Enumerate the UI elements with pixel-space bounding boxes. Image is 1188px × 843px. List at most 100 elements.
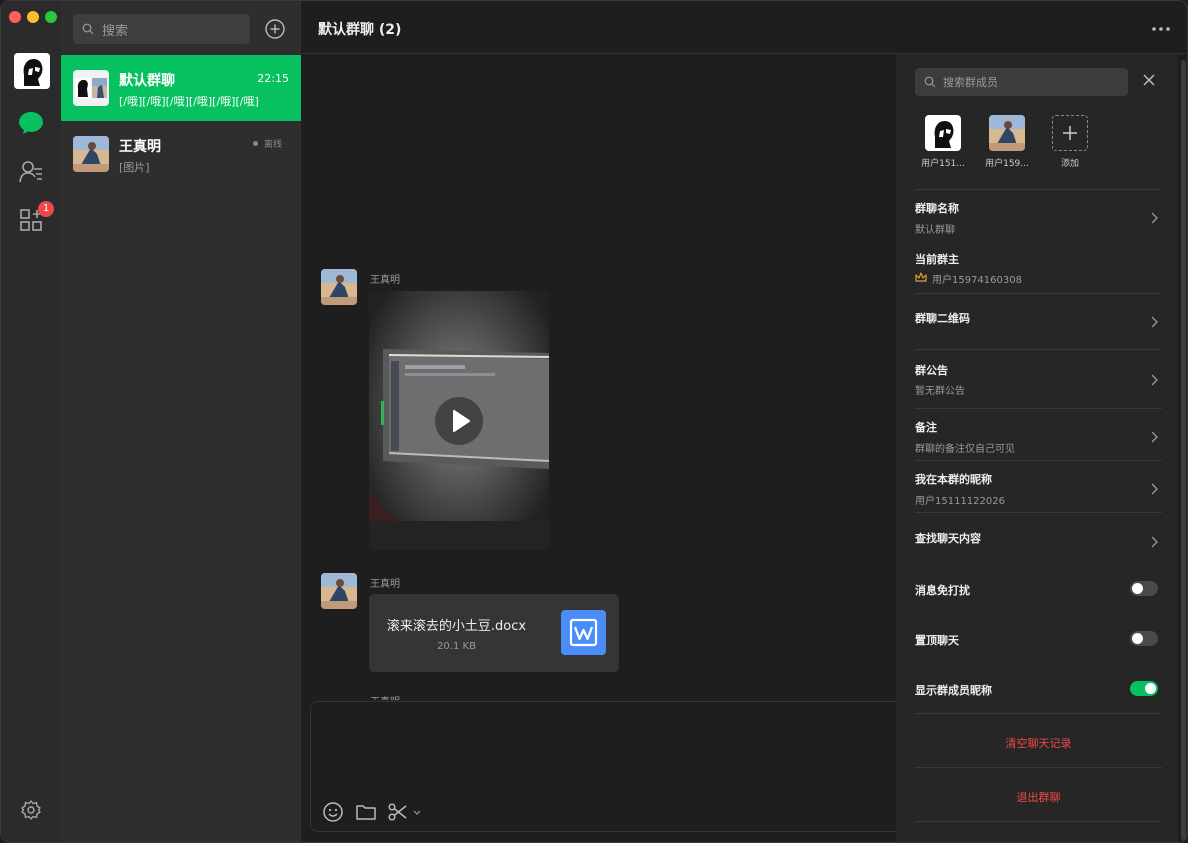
toggle-knob: [1132, 633, 1143, 644]
conversation-preview: [图片]: [119, 161, 150, 174]
mute-row: 消息免打扰: [915, 564, 1162, 614]
chevron-right-icon: [1151, 431, 1158, 443]
search-icon: [924, 76, 936, 88]
group-info-panel: 搜索群成员 用户151... 用户159... 添加 群聊名称 默认群聊 当前群…: [896, 54, 1178, 842]
pin-label: 置顶聊天: [915, 634, 959, 647]
group-owner-row: 当前群主 用户15974160308: [915, 241, 1162, 293]
group-member[interactable]: 用户159...: [982, 115, 1032, 169]
conversation-status: 离线: [263, 140, 282, 150]
sender-avatar[interactable]: [321, 269, 357, 305]
close-panel-button[interactable]: [1141, 72, 1157, 88]
conversation-search-input[interactable]: 搜索: [73, 14, 250, 44]
clear-history-button[interactable]: 清空聊天记录: [915, 735, 1162, 751]
member-avatar: [925, 115, 961, 151]
exit-group-button[interactable]: 退出群聊: [915, 789, 1162, 805]
group-remark-row[interactable]: 备注 群聊的备注仅自己可见: [915, 408, 1162, 460]
chevron-right-icon: [1151, 316, 1158, 328]
group-member[interactable]: 用户151...: [918, 115, 968, 169]
video-message[interactable]: [369, 291, 549, 550]
play-icon: [453, 410, 470, 432]
panel-scrollbar[interactable]: [1178, 54, 1187, 842]
apps-badge: 1: [38, 201, 54, 217]
word-file-icon: [561, 610, 606, 655]
contacts-nav-button[interactable]: [15, 156, 47, 188]
screenshot-button[interactable]: [387, 801, 409, 823]
exit-group-row: 退出群聊: [915, 767, 1162, 822]
chevron-right-icon: [1151, 536, 1158, 548]
nickname-label: 我在本群的昵称: [915, 473, 992, 486]
chevron-right-icon: [1151, 212, 1158, 224]
chat-nav-button[interactable]: [15, 107, 47, 139]
window-minimize-button[interactable]: [27, 11, 39, 23]
conversation-item[interactable]: 王真明 离线 [图片]: [61, 121, 301, 187]
remark-label: 备注: [915, 421, 937, 434]
play-button[interactable]: [435, 397, 483, 445]
window-close-button[interactable]: [9, 11, 21, 23]
screenshot-options-button[interactable]: [412, 801, 422, 823]
group-avatar: [73, 70, 109, 106]
pin-row: 置顶聊天: [915, 614, 1162, 664]
add-member-button[interactable]: 添加: [1045, 115, 1095, 169]
notice-label: 群公告: [915, 364, 948, 377]
mute-toggle[interactable]: [1130, 581, 1158, 596]
message-composer[interactable]: [310, 701, 930, 832]
conversation-time: 22:15: [257, 72, 289, 85]
add-member-box: [1052, 115, 1088, 151]
conversation-item[interactable]: 默认群聊 22:15 [/哦][/哦][/哦][/哦][/哦][/哦]: [61, 55, 301, 121]
clear-history-row: 清空聊天记录: [915, 713, 1162, 767]
toggle-knob: [1145, 683, 1156, 694]
more-icon: [1152, 27, 1170, 31]
folder-button[interactable]: [355, 801, 377, 823]
member-name: 用户151...: [921, 159, 965, 169]
owner-label: 当前群主: [915, 253, 959, 266]
new-chat-button[interactable]: [264, 18, 286, 40]
find-chat-content-row[interactable]: 查找聊天内容: [915, 512, 1162, 564]
my-avatar[interactable]: [14, 53, 50, 89]
settings-button[interactable]: [15, 794, 47, 826]
emoji-icon: [323, 802, 343, 822]
owner-value: 用户15974160308: [932, 275, 1022, 286]
settings-icon: [21, 800, 41, 820]
chat-header: 默认群聊 (2): [301, 1, 1187, 54]
sender-name: 王真明: [370, 275, 400, 286]
scrollbar-thumb[interactable]: [1181, 60, 1186, 840]
conversation-list-panel: 搜索 默认群聊 22:15 [/哦][/哦][/哦][/哦][/哦][/哦] 王…: [61, 1, 301, 842]
window-maximize-button[interactable]: [45, 11, 57, 23]
folder-icon: [356, 805, 376, 820]
scissors-icon: [388, 803, 407, 821]
toggle-knob: [1132, 583, 1143, 594]
mute-label: 消息免打扰: [915, 584, 970, 597]
show-nickname-toggle[interactable]: [1130, 681, 1158, 696]
app-window: 1 搜索 默认群聊 22:15 [/哦][/哦][/哦][/哦][/哦][/哦]…: [0, 0, 1188, 843]
member-search-placeholder: 搜索群成员: [943, 76, 998, 89]
close-icon: [1143, 74, 1155, 86]
group-name-row[interactable]: 群聊名称 默认群聊: [915, 189, 1162, 241]
group-qr-row[interactable]: 群聊二维码: [915, 293, 1162, 349]
conversation-preview: [/哦][/哦][/哦][/哦][/哦][/哦]: [119, 95, 259, 108]
chat-icon: [19, 112, 43, 134]
group-name-label: 群聊名称: [915, 202, 959, 215]
pin-toggle[interactable]: [1130, 631, 1158, 646]
show-nickname-label: 显示群成员昵称: [915, 684, 992, 697]
member-search-input[interactable]: 搜索群成员: [915, 68, 1128, 96]
chat-title: 默认群聊 (2): [318, 22, 402, 38]
emoji-button[interactable]: [322, 801, 344, 823]
sender-avatar[interactable]: [321, 573, 357, 609]
my-nickname-row[interactable]: 我在本群的昵称 用户15111122026: [915, 460, 1162, 512]
chevron-right-icon: [1151, 374, 1158, 386]
show-nickname-row: 显示群成员昵称: [915, 664, 1162, 714]
file-size: 20.1 KB: [437, 641, 476, 652]
notice-value: 暂无群公告: [915, 386, 965, 397]
chevron-down-icon: [413, 810, 421, 815]
search-icon: [82, 23, 94, 35]
more-button[interactable]: [1151, 21, 1171, 33]
group-notice-row[interactable]: 群公告 暂无群公告: [915, 349, 1162, 408]
add-member-label: 添加: [1060, 159, 1079, 169]
remark-value: 群聊的备注仅自己可见: [915, 444, 1015, 455]
conversation-name: 王真明: [119, 139, 161, 155]
sender-name: 王真明: [370, 579, 400, 590]
nickname-value: 用户15111122026: [915, 496, 1005, 507]
qr-label: 群聊二维码: [915, 312, 970, 325]
file-message[interactable]: 滚来滚去的小土豆.docx 20.1 KB: [369, 594, 619, 672]
member-avatar: [989, 115, 1025, 151]
